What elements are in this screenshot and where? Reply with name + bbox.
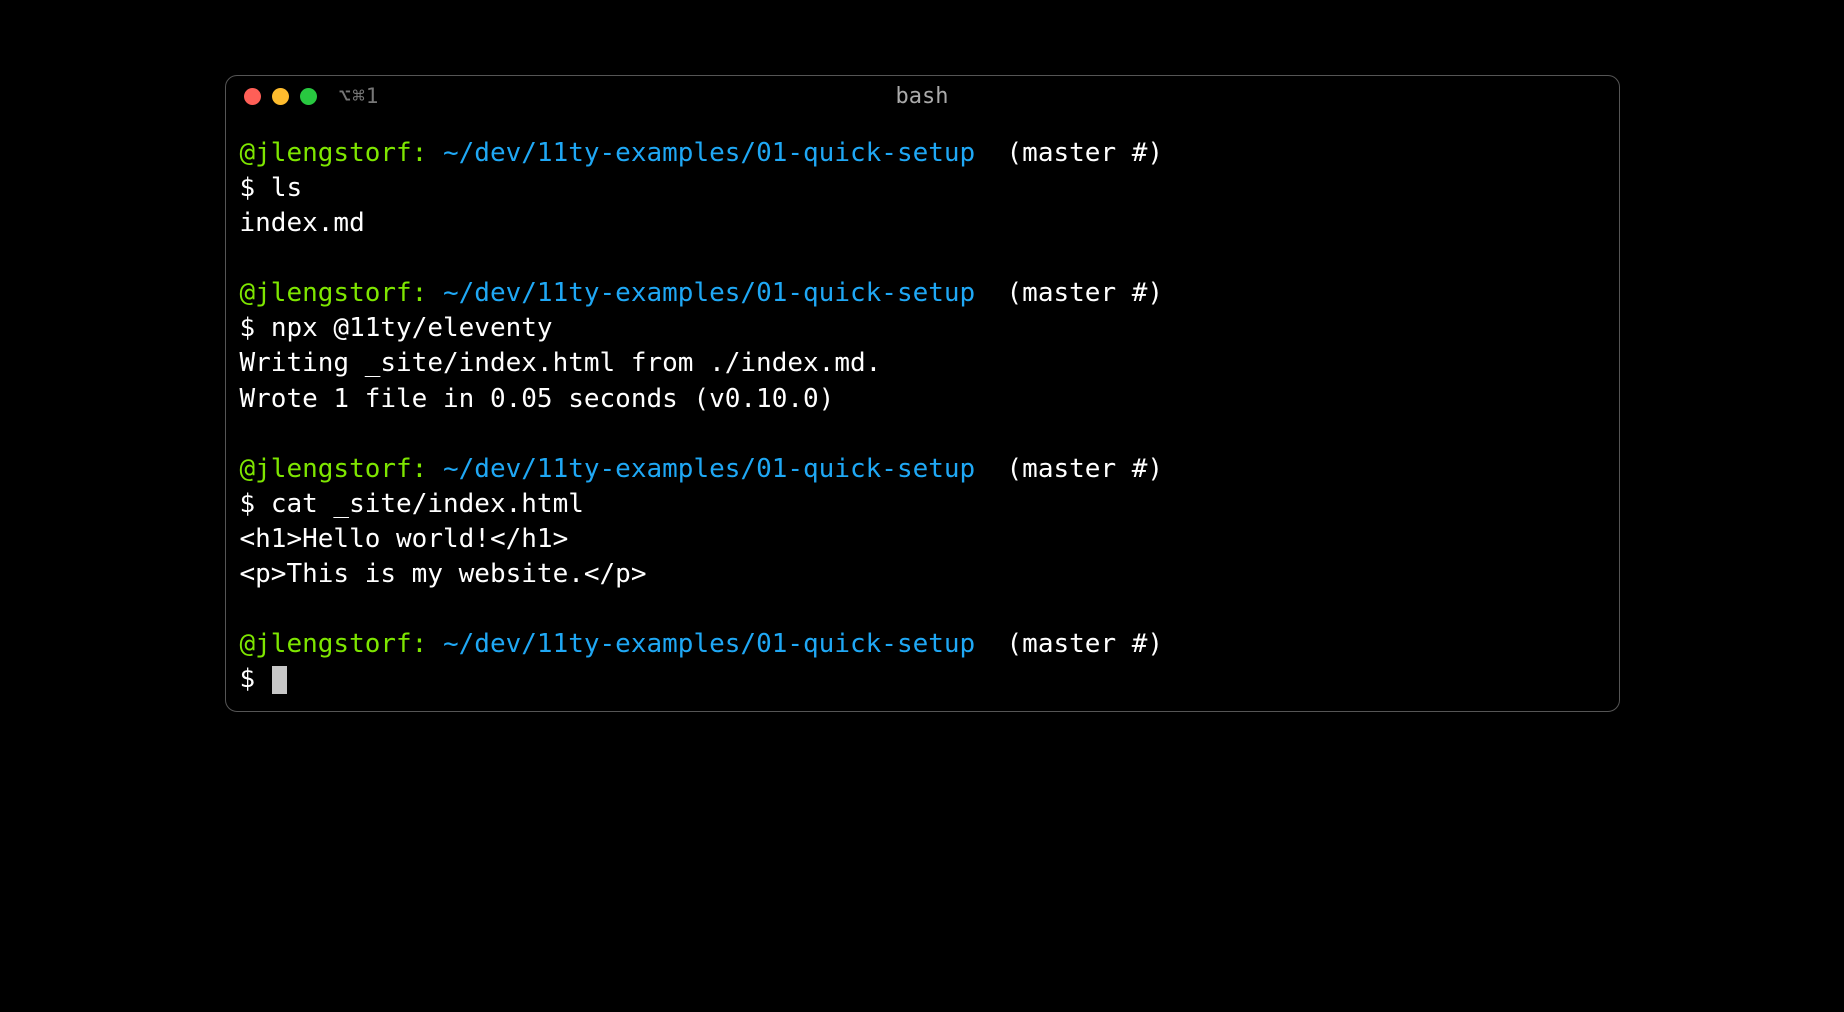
prompt-symbol: $ (240, 173, 256, 203)
prompt-user: @jlengstorf: (240, 454, 428, 484)
output-line: <p>This is my website.</p> (240, 557, 1605, 592)
prompt-path: ~/dev/11ty-examples/01-quick-setup (443, 278, 975, 308)
command-line: $ cat _site/index.html (240, 487, 1605, 522)
prompt-path: ~/dev/11ty-examples/01-quick-setup (443, 629, 975, 659)
prompt-line: @jlengstorf: ~/dev/11ty-examples/01-quic… (240, 136, 1605, 171)
title-bar: ⌥⌘1 bash (226, 76, 1619, 116)
prompt-branch: (master #) (1007, 454, 1164, 484)
prompt-user: @jlengstorf: (240, 138, 428, 168)
prompt-branch: (master #) (1007, 629, 1164, 659)
output-line: Wrote 1 file in 0.05 seconds (v0.10.0) (240, 382, 1605, 417)
prompt-symbol: $ (240, 489, 256, 519)
prompt-path: ~/dev/11ty-examples/01-quick-setup (443, 454, 975, 484)
tab-indicator: ⌥⌘1 (339, 84, 380, 108)
zoom-icon[interactable] (300, 88, 317, 105)
prompt-user: @jlengstorf: (240, 278, 428, 308)
command-line: $ npx @11ty/eleventy (240, 311, 1605, 346)
prompt-branch: (master #) (1007, 138, 1164, 168)
prompt-symbol: $ (240, 313, 256, 343)
prompt-path: ~/dev/11ty-examples/01-quick-setup (443, 138, 975, 168)
output-line: Writing _site/index.html from ./index.md… (240, 346, 1605, 381)
window-title: bash (896, 84, 949, 109)
traffic-lights (244, 88, 317, 105)
prompt-branch: (master #) (1007, 278, 1164, 308)
command-text: cat _site/index.html (271, 489, 584, 519)
output-line: <h1>Hello world!</h1> (240, 522, 1605, 557)
minimize-icon[interactable] (272, 88, 289, 105)
terminal-block: @jlengstorf: ~/dev/11ty-examples/01-quic… (240, 452, 1605, 592)
command-text: ls (271, 173, 302, 203)
terminal-block: @jlengstorf: ~/dev/11ty-examples/01-quic… (240, 276, 1605, 416)
command-line: $ (240, 662, 1605, 697)
command-text: npx @11ty/eleventy (271, 313, 553, 343)
prompt-symbol: $ (240, 664, 256, 694)
prompt-line: @jlengstorf: ~/dev/11ty-examples/01-quic… (240, 452, 1605, 487)
terminal-block: @jlengstorf: ~/dev/11ty-examples/01-quic… (240, 627, 1605, 697)
prompt-line: @jlengstorf: ~/dev/11ty-examples/01-quic… (240, 276, 1605, 311)
terminal-window: ⌥⌘1 bash @jlengstorf: ~/dev/11ty-example… (225, 75, 1620, 712)
terminal-block: @jlengstorf: ~/dev/11ty-examples/01-quic… (240, 136, 1605, 241)
terminal-body[interactable]: @jlengstorf: ~/dev/11ty-examples/01-quic… (226, 116, 1619, 711)
output-line: index.md (240, 206, 1605, 241)
command-line: $ ls (240, 171, 1605, 206)
close-icon[interactable] (244, 88, 261, 105)
prompt-line: @jlengstorf: ~/dev/11ty-examples/01-quic… (240, 627, 1605, 662)
cursor-icon (272, 666, 287, 694)
prompt-user: @jlengstorf: (240, 629, 428, 659)
